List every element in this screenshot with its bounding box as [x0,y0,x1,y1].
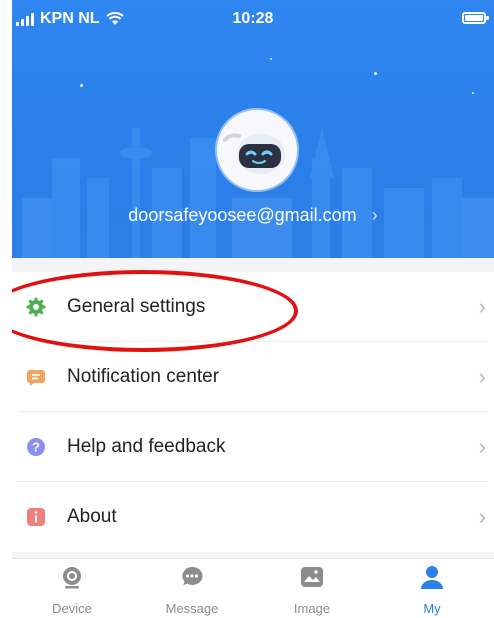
svg-text:?: ? [32,440,40,455]
person-icon [421,566,443,589]
gear-icon [26,297,46,317]
tab-label: My [423,601,441,616]
chevron-right-icon: › [478,294,486,319]
robot-avatar-icon [217,110,297,190]
chevron-right-icon: › [478,504,486,529]
menu-item-label: Notification center [67,366,220,387]
tab-my[interactable]: My [372,559,492,618]
menu-item-help-feedback[interactable]: ? Help and feedback › [12,412,494,482]
tab-label: Image [293,601,331,616]
image-icon [301,567,323,587]
tab-image[interactable]: Image [252,559,372,618]
info-icon [26,507,46,527]
profile-email-row[interactable]: doorsafeyoosee@gmail.com › [12,205,494,226]
battery-icon [462,12,489,24]
message-icon [182,566,203,586]
chevron-right-icon: › [371,205,378,225]
tab-label: Message [165,601,219,616]
menu-item-about[interactable]: About › [12,482,494,552]
tab-label: Device [52,601,92,616]
menu-item-label: General settings [67,296,206,317]
app-screen: KPN NL 10:28 doorsafeyoosee@gmail.com › … [12,0,494,618]
tab-message[interactable]: Message [132,559,252,618]
profile-email: doorsafeyoosee@gmail.com [128,205,357,225]
settings-menu: General settings › Notification center ›… [12,272,494,552]
profile-header: KPN NL 10:28 doorsafeyoosee@gmail.com › [12,0,494,258]
status-time: 10:28 [232,10,274,27]
menu-item-label: About [67,506,117,527]
chevron-right-icon: › [478,434,486,459]
avatar[interactable] [217,110,297,190]
tab-device[interactable]: Device [12,559,132,618]
menu-item-notification-center[interactable]: Notification center › [12,342,494,412]
menu-item-general-settings[interactable]: General settings › [12,272,494,342]
notification-icon [26,367,46,387]
camera-icon [63,567,81,589]
bottom-tab-bar: Device Message Image My [12,558,494,618]
help-icon: ? [26,437,46,457]
chevron-right-icon: › [478,364,486,389]
menu-item-label: Help and feedback [67,436,226,457]
status-bar: KPN NL 10:28 [12,0,494,38]
